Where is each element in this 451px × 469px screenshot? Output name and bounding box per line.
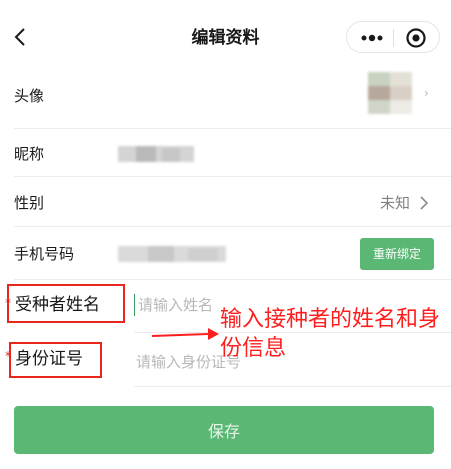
gender-label: 性别 [14, 194, 45, 212]
rebind-phone-button[interactable]: 重新绑定 [360, 238, 434, 270]
nickname-label: 昵称 [14, 145, 45, 163]
avatar[interactable] [368, 72, 412, 114]
annotation-arrow-icon [151, 328, 219, 340]
text-caret [134, 294, 135, 316]
divider [14, 279, 451, 280]
id-card-label: 身份证号 [15, 349, 83, 369]
name-label: 受种者姓名 [15, 295, 100, 315]
phone-label: 手机号码 [14, 245, 75, 263]
divider [134, 386, 451, 387]
chevron-right-icon[interactable] [418, 195, 430, 211]
divider [14, 128, 451, 129]
nickname-value[interactable] [118, 146, 194, 162]
mini-program-capsule [346, 21, 440, 53]
phone-value [118, 246, 226, 262]
annotation-text: 输入接种者的姓名和身份信息 [220, 307, 441, 361]
nav-bar: 编辑资料 [0, 0, 451, 76]
divider [14, 226, 451, 227]
avatar-label: 头像 [14, 87, 45, 105]
target-icon[interactable] [405, 27, 427, 49]
avatar-chevron-icon: › [424, 86, 429, 100]
gender-value[interactable]: 未知 [380, 192, 410, 214]
divider [14, 176, 451, 177]
save-button[interactable]: 保存 [14, 406, 434, 454]
ellipsis-icon[interactable] [359, 30, 385, 46]
capsule-divider [393, 29, 394, 47]
